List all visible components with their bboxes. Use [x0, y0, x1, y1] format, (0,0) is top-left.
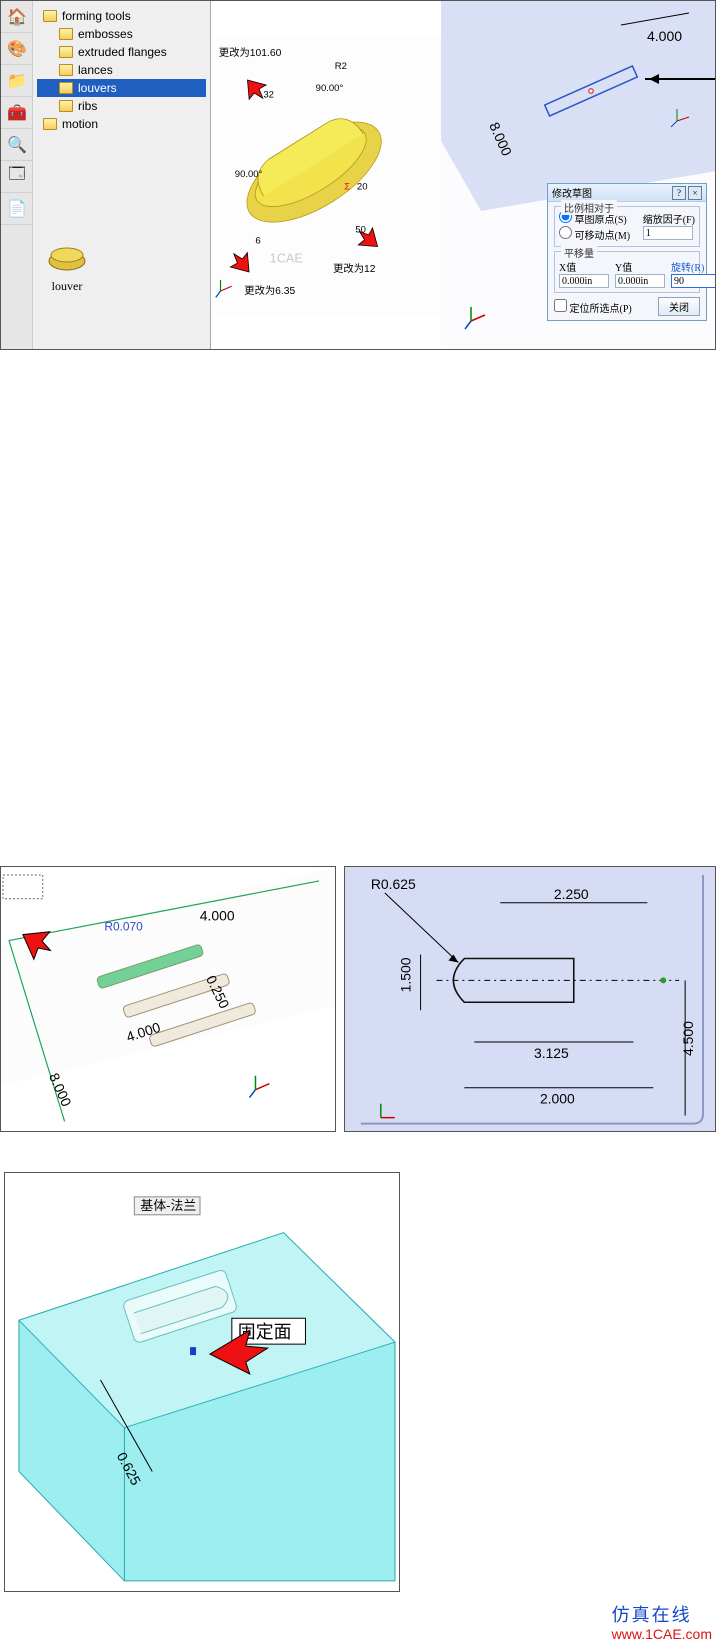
base-flange-view: 基体-法兰 固定面 0.625	[5, 1173, 399, 1591]
group-translate: 平移量	[561, 245, 597, 260]
tree-root[interactable]: forming tools	[37, 7, 206, 25]
feature-tag[interactable]: 基体-法兰	[140, 1198, 196, 1213]
search-icon[interactable]: 🔍	[1, 129, 33, 161]
ann-10160: 更改为101.60	[219, 46, 282, 59]
tree-label: embosses	[78, 27, 133, 41]
opt-movable: 可移动点(M)	[575, 231, 631, 242]
dim-r0070: R0.070	[104, 920, 143, 934]
dim-4500: 4.500	[680, 1021, 696, 1056]
watermark-1cae: 1CAE	[270, 251, 303, 265]
panel-r4-left: R0.070 4.000 0.250 4.000 8.000	[0, 866, 336, 1132]
panel-r4-right: R0.625 2.250 1.500 3.125 2.000 4.500	[344, 866, 716, 1132]
panel-r3: 🏠 🎨 📁 🧰 🔍 🗔 📄 forming tools embosses ext…	[0, 0, 716, 350]
help-icon[interactable]: ?	[672, 186, 686, 200]
doc-icon[interactable]: 📄	[1, 193, 33, 225]
dim-32: 32	[263, 89, 274, 100]
x-input[interactable]	[559, 274, 609, 288]
palette-icon[interactable]: 🎨	[1, 33, 33, 65]
dim-90b: 90.00°	[235, 169, 263, 180]
page-watermark: 仿真在线 www.1CAE.com	[612, 1606, 712, 1642]
y-input[interactable]	[615, 274, 665, 288]
rot-input[interactable]	[671, 274, 716, 288]
part-thumb[interactable]: louver	[45, 241, 89, 294]
dim-90a: 90.00°	[316, 83, 344, 94]
tree-item-ribs[interactable]: ribs	[37, 97, 206, 115]
panel-r6: 基体-法兰 固定面 0.625	[4, 1172, 400, 1592]
sigma-icon: Σ	[344, 181, 350, 192]
scale-label: 缩放因子(F)	[643, 211, 695, 226]
ann-635: 更改为6.35	[244, 284, 295, 297]
tree-item-embosses[interactable]: embosses	[37, 25, 206, 43]
group-scale-rel: 比例相对于	[561, 200, 617, 215]
close-icon[interactable]: ×	[688, 186, 702, 200]
dim-r2: R2	[335, 61, 347, 72]
radio-movable[interactable]	[559, 226, 572, 239]
louver-pattern-view: R0.070 4.000 0.250 4.000 8.000	[1, 867, 335, 1131]
tree-label: lances	[78, 63, 113, 77]
chk-label: 定位所选点(P)	[570, 304, 632, 315]
brand-zh: 仿真在线	[612, 1606, 712, 1626]
dim-3125: 3.125	[534, 1045, 569, 1061]
slot-sketch-view: R0.625 2.250 1.500 3.125 2.000 4.500	[345, 867, 715, 1132]
louver-tool-view: 更改为101.60 32 R2 90.00° 90.00° Σ 20 50 更改…	[211, 1, 441, 350]
x-label: X值	[559, 259, 609, 274]
scale-input[interactable]	[643, 226, 693, 240]
tree-item-louvers[interactable]: louvers	[37, 79, 206, 97]
folder-icon[interactable]: 📁	[1, 65, 33, 97]
dim-4000-top: 4.000	[200, 908, 235, 924]
dim-r0625: R0.625	[371, 876, 416, 892]
dim-8000: 8.000	[46, 1070, 75, 1109]
rot-label: 旋转(R)	[671, 259, 716, 274]
dim-1500: 1.500	[398, 957, 414, 992]
design-library-tree: 🏠 🎨 📁 🧰 🔍 🗔 📄 forming tools embosses ext…	[1, 1, 211, 350]
tree-label: motion	[62, 117, 98, 131]
dim-6: 6	[255, 235, 260, 246]
tree-item-motion[interactable]: motion	[37, 115, 206, 133]
tree-label: ribs	[78, 99, 97, 113]
part-name: louver	[45, 279, 89, 294]
tree-item-lances[interactable]: lances	[37, 61, 206, 79]
dim-4000: 4.000	[647, 28, 682, 44]
close-button[interactable]: 关闭	[658, 297, 700, 316]
opt-origin: 草图原点(S)	[575, 215, 627, 226]
toolbox-icon[interactable]: 🧰	[1, 97, 33, 129]
modify-sketch-dialog: 修改草图 ?× 比例相对于 草图原点(S) 可移动点(M) 缩放因子(F) 平移…	[547, 183, 707, 321]
dim-2000: 2.000	[540, 1091, 575, 1107]
tree-label: louvers	[78, 81, 117, 95]
view-icon[interactable]: 🗔	[1, 161, 33, 193]
tree-item-extruded-flanges[interactable]: extruded flanges	[37, 43, 206, 61]
dim-2250: 2.250	[554, 886, 589, 902]
tree-label: extruded flanges	[78, 45, 167, 59]
side-iconbar: 🏠 🎨 📁 🧰 🔍 🗔 📄	[1, 1, 33, 350]
chk-locate[interactable]	[554, 299, 567, 312]
dialog-title: 修改草图	[552, 185, 592, 200]
home-icon[interactable]: 🏠	[1, 1, 33, 33]
brand-url: www.1CAE.com	[612, 1626, 712, 1642]
tree-root-label: forming tools	[62, 9, 131, 23]
ann-12: 更改为12	[333, 262, 376, 275]
y-label: Y值	[615, 259, 665, 274]
dim-20: 20	[357, 181, 368, 192]
